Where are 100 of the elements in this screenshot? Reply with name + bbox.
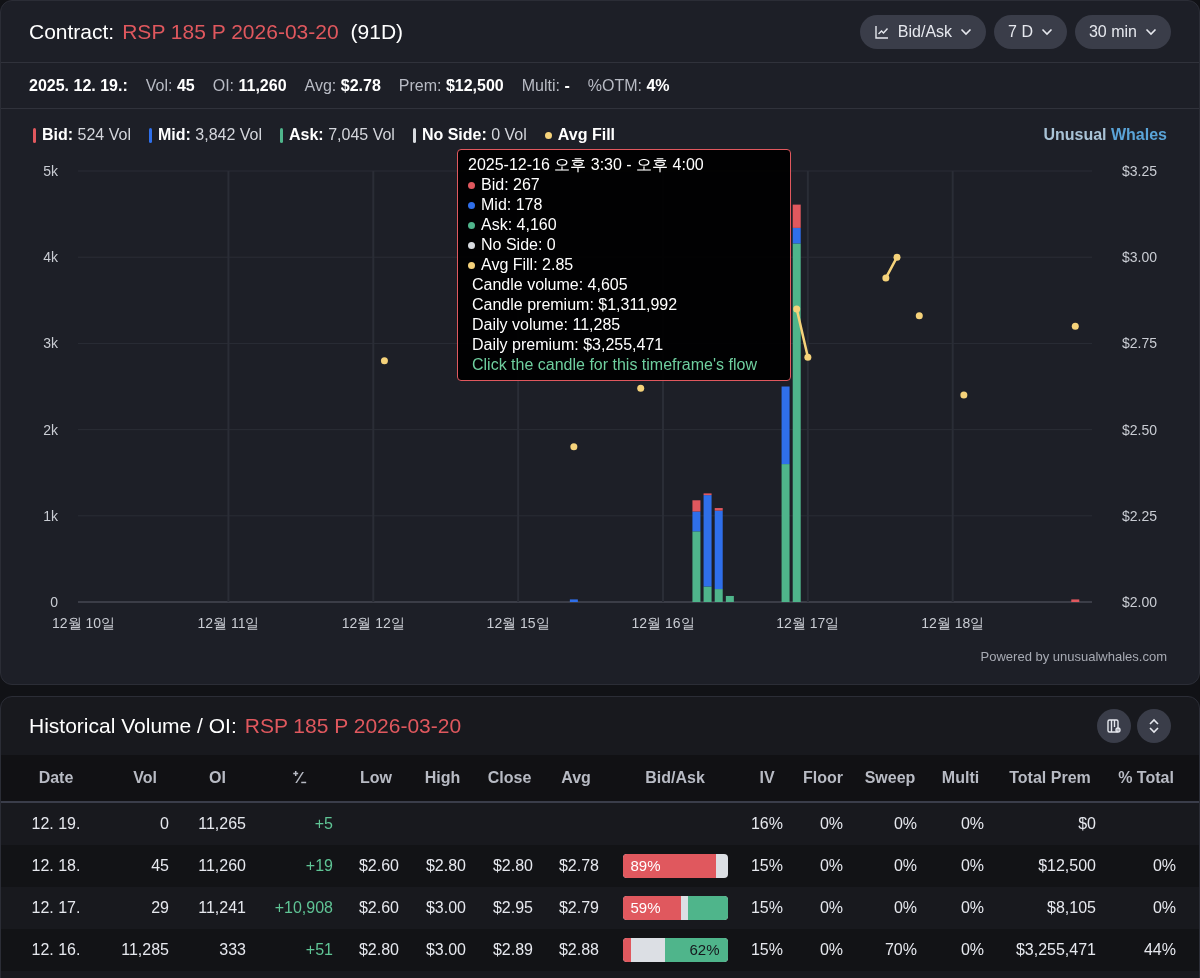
volume-bar[interactable]: [792, 243, 801, 602]
tooltip-link[interactable]: Click the candle for this timeframe's flow: [468, 355, 780, 375]
table-cell-text: 11,285: [120, 940, 170, 960]
table-cell-text: 12. 17.: [30, 898, 82, 918]
powered-by-text: Powered by unusualwhales.com: [980, 648, 1167, 666]
column-header[interactable]: Close: [476, 766, 543, 790]
volume-bar[interactable]: [714, 508, 723, 511]
table-cell-text: $2.80: [357, 940, 400, 960]
avg-fill-point[interactable]: [915, 312, 923, 320]
table-cell-text: $3.00: [424, 898, 467, 918]
volume-bar[interactable]: [714, 589, 723, 602]
expand-icon: [1147, 718, 1161, 734]
table-cell-text: 45: [150, 856, 170, 876]
column-header[interactable]: % Total: [1106, 766, 1186, 790]
column-header[interactable]: ⁺∕₋: [256, 766, 343, 790]
table-cell-text: $2.60: [357, 898, 400, 918]
column-header[interactable]: Avg: [543, 766, 609, 790]
column-header[interactable]: High: [409, 766, 476, 790]
chevron-down-icon: [1040, 27, 1053, 36]
volume-bar[interactable]: [725, 595, 734, 602]
avg-fill-point[interactable]: [960, 391, 968, 399]
tooltip-title: 2025-12-16 오후 3:30 - 오후 4:00: [468, 155, 705, 175]
legend-item[interactable]: Bid: 524 Vol: [42, 123, 131, 147]
avg-fill-point[interactable]: [882, 274, 890, 282]
table-cell-text: +19: [304, 856, 334, 876]
x-axis-label: 12월 12일: [341, 615, 405, 631]
column-header[interactable]: OI: [179, 766, 256, 790]
avg-fill-point[interactable]: [804, 353, 812, 361]
stat-item: OI: 11,260: [212, 75, 287, 96]
column-header[interactable]: Multi: [927, 766, 994, 790]
tooltip-value: Mid: 178: [481, 195, 543, 215]
bid-ask-percent: 89%: [630, 856, 661, 876]
column-header[interactable]: Date: [1, 766, 111, 790]
legend-swatch: [412, 127, 416, 143]
legend-swatch: [148, 127, 152, 143]
avg-fill-point[interactable]: [380, 357, 388, 365]
table-cell-text: 29: [150, 898, 170, 918]
table-cell-text: $2.79: [557, 898, 600, 918]
avg-fill-point[interactable]: [570, 443, 578, 451]
avg-fill-point[interactable]: [893, 253, 901, 261]
dropdown-button[interactable]: 7 D: [994, 14, 1067, 49]
column-header[interactable]: Sweep: [853, 766, 927, 790]
bid-ask-percent: 59%: [630, 898, 661, 918]
avg-fill-point[interactable]: [637, 384, 645, 392]
legend-item[interactable]: No Side: 0 Vol: [421, 123, 527, 147]
table-cell-text: 15%: [749, 940, 784, 960]
y-axis-label: 3k: [43, 335, 58, 352]
dropdown-button[interactable]: 30 min: [1074, 14, 1171, 49]
table-cell-text: 16%: [749, 814, 784, 834]
y-axis-label: $2.50: [1121, 421, 1157, 438]
chevron-down-icon: [1145, 27, 1157, 36]
volume-bar[interactable]: [569, 599, 578, 602]
table-cell-text: 44%: [1142, 940, 1177, 960]
table-cell-text: 0%: [1151, 898, 1177, 918]
x-axis-label: 12월 16일: [631, 615, 695, 631]
volume-bar[interactable]: [792, 204, 801, 228]
dropdown-button[interactable]: Bid/Ask: [859, 14, 987, 49]
y-axis-label: 2k: [43, 421, 58, 438]
tooltip-value: No Side: 0: [481, 235, 556, 255]
volume-bar[interactable]: [781, 464, 790, 602]
line-chart-icon: [873, 23, 890, 40]
tooltip-line: Candle volume: 4,605: [471, 275, 629, 295]
table-cell-text: 11,241: [197, 898, 247, 918]
volume-bar[interactable]: [692, 531, 701, 602]
table-cell-text: 0%: [892, 856, 918, 876]
table-cell-text: 12. 16.: [30, 940, 82, 960]
legend-item[interactable]: Avg Fill: [557, 123, 615, 147]
columns-button[interactable]: [1097, 709, 1131, 743]
contract-name: RSP 185 P 2026-03-20: [244, 713, 462, 740]
legend-item[interactable]: Ask: 7,045 Vol: [289, 123, 395, 147]
x-axis-label: 12월 10일: [52, 615, 116, 631]
table-cell-text: 0%: [1151, 856, 1177, 876]
avg-fill-point[interactable]: [1071, 322, 1079, 330]
stat-item: Prem: $12,500: [398, 75, 504, 96]
column-header[interactable]: IV: [741, 766, 793, 790]
column-header[interactable]: Low: [343, 766, 409, 790]
table-cell-text: 11,260: [197, 856, 247, 876]
column-header[interactable]: Vol: [111, 766, 179, 790]
table-cell-text: $12,500: [1037, 856, 1097, 876]
stat-item: Vol: 45: [145, 75, 195, 96]
column-header[interactable]: Bid/Ask: [609, 766, 741, 790]
table-cell-text: $2.89: [491, 940, 534, 960]
volume-bar[interactable]: [792, 227, 801, 244]
volume-bar[interactable]: [1071, 599, 1080, 602]
table-cell-text: $2.88: [557, 940, 600, 960]
table-cell-text: 0%: [892, 814, 918, 834]
volume-bar[interactable]: [703, 586, 712, 602]
y-axis-label: $2.00: [1121, 594, 1157, 610]
column-header[interactable]: Floor: [793, 766, 853, 790]
table-cell-text: +5: [313, 814, 334, 834]
table-cell-text: $2.80: [491, 856, 534, 876]
column-header[interactable]: Total Prem: [994, 766, 1106, 790]
table-cell-text: 0%: [959, 898, 985, 918]
columns-icon: [1106, 718, 1122, 734]
y-axis-label: 5k: [43, 163, 58, 179]
tooltip-line: Daily premium: $3,255,471: [471, 335, 665, 355]
volume-bar[interactable]: [714, 510, 723, 590]
stat-item: Multi: -: [521, 75, 570, 96]
expand-button[interactable]: [1137, 709, 1171, 743]
legend-item[interactable]: Mid: 3,842 Vol: [157, 123, 262, 147]
